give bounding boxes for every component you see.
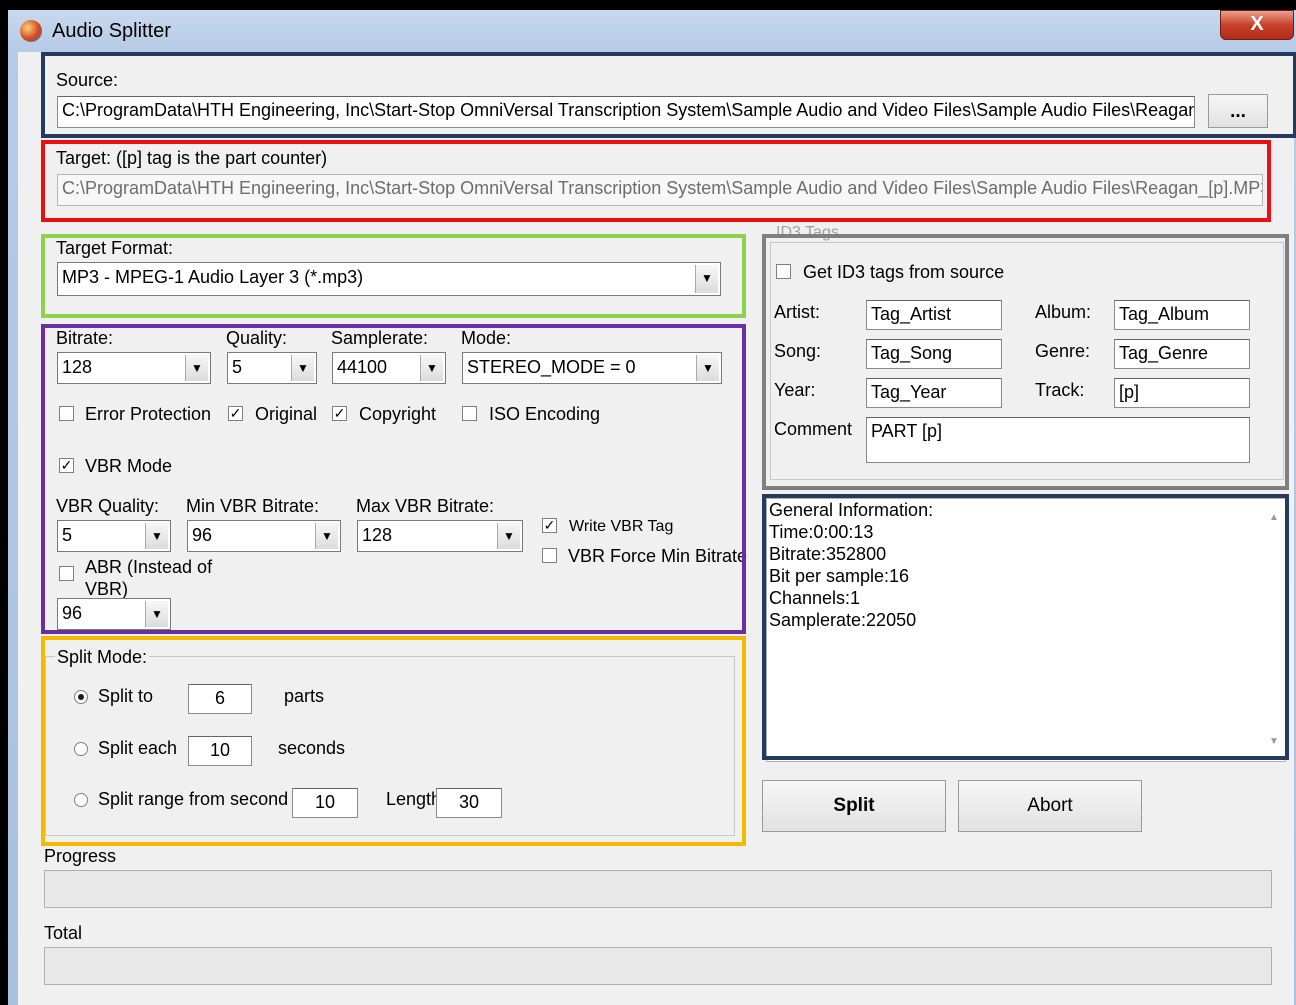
progress-bar <box>44 870 1272 908</box>
abort-button[interactable]: Abort <box>958 780 1142 832</box>
window-title: Audio Splitter <box>52 20 171 42</box>
app-icon <box>20 20 42 42</box>
encoder-highlight <box>41 324 746 634</box>
client-area: Source: C:\ProgramData\HTH Engineering, … <box>18 52 1296 1005</box>
info-highlight <box>762 494 1289 760</box>
audio-splitter-window: Audio Splitter X Source: C:\ProgramData\… <box>8 10 1296 1005</box>
id3-highlight <box>762 234 1289 490</box>
split-button[interactable]: Split <box>762 780 946 832</box>
total-label: Total <box>44 923 83 943</box>
close-button[interactable]: X <box>1220 10 1294 40</box>
total-progress-bar <box>44 947 1272 985</box>
split-highlight <box>41 636 746 846</box>
progress-label: Progress <box>44 846 117 866</box>
target-highlight <box>41 140 1271 222</box>
title-bar[interactable]: Audio Splitter X <box>8 10 1296 52</box>
format-highlight <box>41 234 746 318</box>
source-highlight <box>41 52 1296 138</box>
